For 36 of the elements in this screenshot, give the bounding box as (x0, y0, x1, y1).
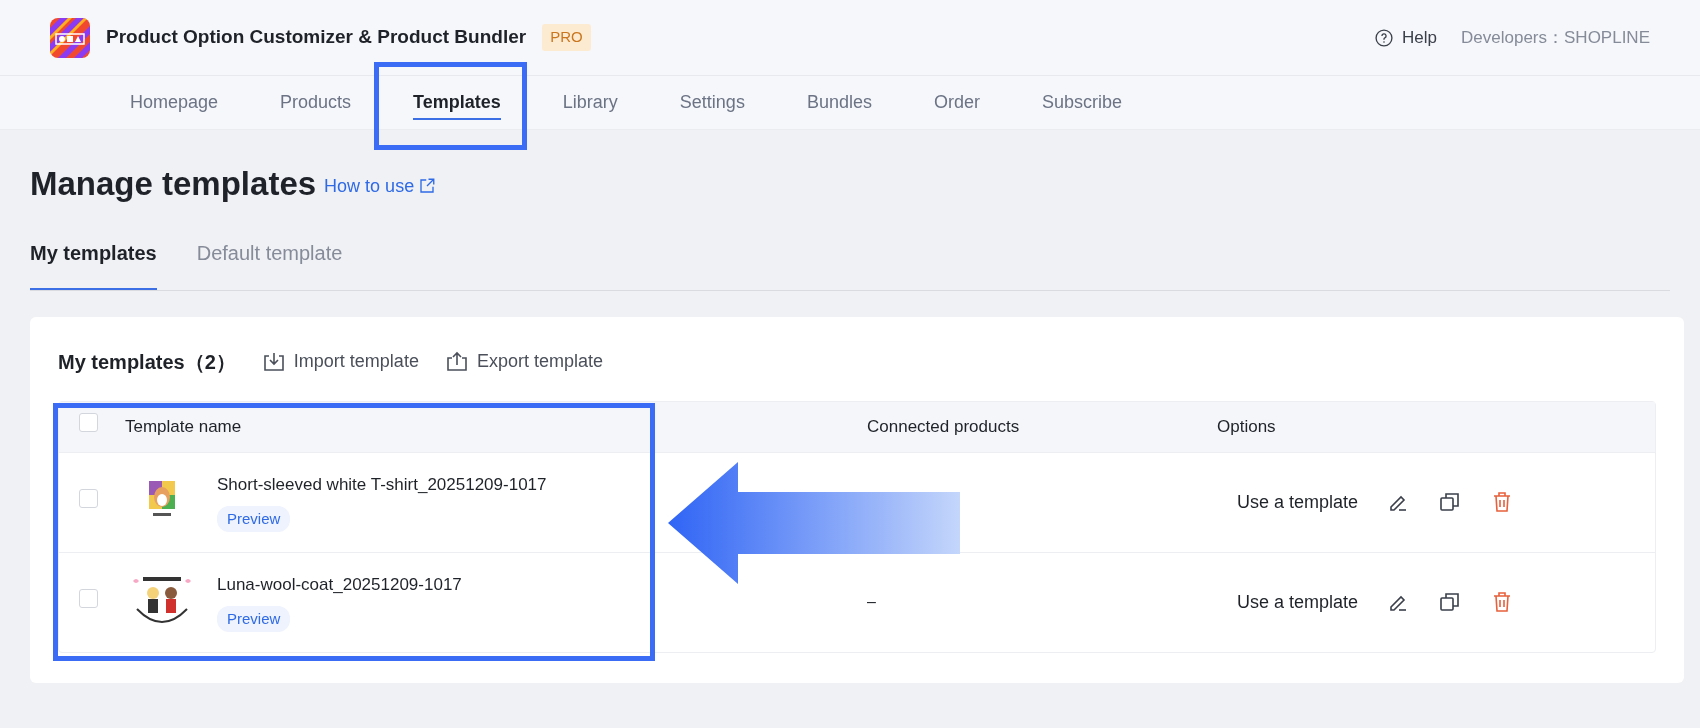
use-template-button[interactable]: Use a template (1237, 588, 1359, 616)
export-button[interactable]: Export template (444, 348, 603, 376)
template-name: Short-sleeved white T-shirt_20251209-1017 (217, 474, 547, 497)
preview-button[interactable]: Preview (217, 605, 291, 633)
nav-tab[interactable]: Bundles (806, 75, 872, 130)
tab[interactable]: My templates (30, 225, 157, 290)
page-title: Manage templates (30, 164, 317, 204)
nav-tab[interactable]: Order (933, 75, 980, 130)
column-header: Connected products (867, 416, 1020, 436)
import-button[interactable]: Import template (261, 348, 419, 376)
row-checkbox[interactable] (79, 489, 98, 509)
logo-icon (50, 17, 90, 58)
tab[interactable]: Default template (196, 225, 343, 290)
column-header: Template name (125, 416, 242, 436)
app-title: Product Option Customizer & Product Bundler (106, 25, 527, 50)
preview-button[interactable]: Preview (217, 505, 291, 533)
help-icon (1374, 27, 1395, 48)
how-to-use-link[interactable]: How to use (324, 172, 437, 200)
nav-tab[interactable]: Settings (679, 75, 745, 130)
column-header: Options (1217, 416, 1276, 436)
use-template-button[interactable]: Use a template (1237, 488, 1359, 516)
help-link[interactable]: Help (1374, 24, 1438, 51)
row-checkbox[interactable] (79, 589, 98, 609)
nav-tab[interactable]: Templates (413, 75, 501, 130)
connected-products: – (867, 593, 876, 611)
nav-tab[interactable]: Library (562, 75, 618, 130)
external-link-icon (418, 177, 437, 196)
nav-tab[interactable]: Homepage (130, 75, 219, 130)
nav-tab[interactable]: Products (280, 75, 352, 130)
developer-label: Developers：SHOPLINE (1461, 26, 1650, 49)
template-name: Luna-wool-coat_20251209-1017 (217, 574, 462, 597)
section-title: My templates（2） (58, 349, 236, 375)
upload-icon (444, 349, 469, 374)
nav-tab[interactable]: Subscribe (1041, 75, 1122, 130)
plan-badge: PRO (542, 24, 591, 51)
select-all-checkbox[interactable] (79, 413, 98, 433)
